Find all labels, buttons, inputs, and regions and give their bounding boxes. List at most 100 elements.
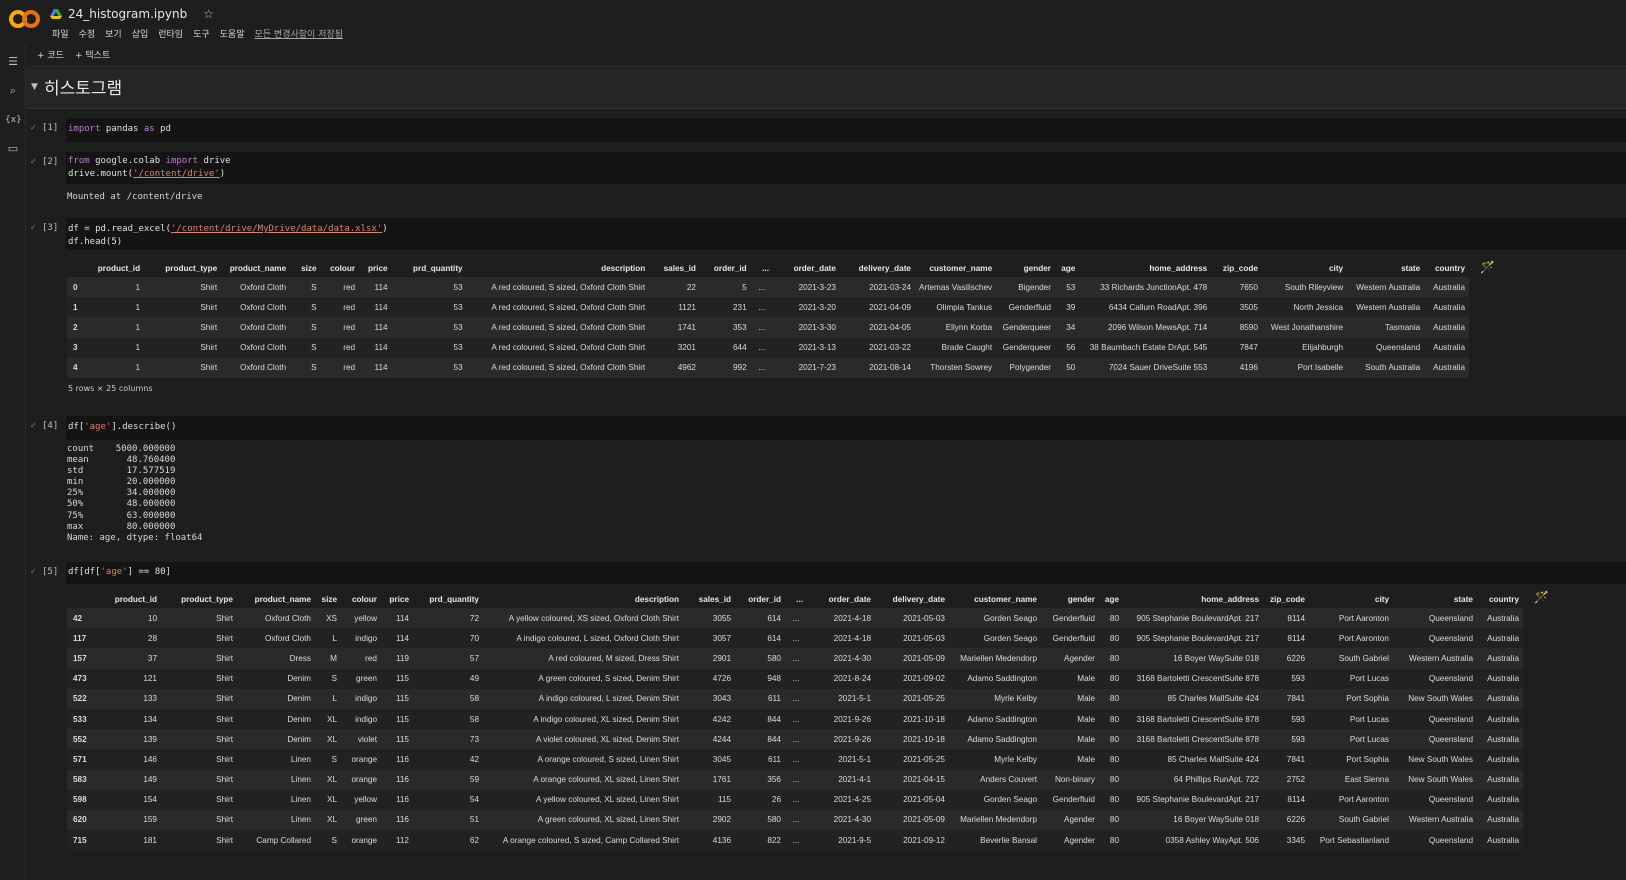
run-success-icon: ✓ bbox=[30, 123, 37, 132]
table-cell: 2021-03-24 bbox=[869, 282, 911, 292]
magic-wand-icon[interactable]: 🪄 bbox=[1480, 260, 1495, 274]
menu-bar: 파일 수정 보기 삽입 런타임 도구 도움말 모든 변경사항이 저장됨 bbox=[47, 27, 348, 40]
table-cell: Adamo Saddington bbox=[967, 734, 1037, 744]
table-cell: 8590 bbox=[1239, 322, 1258, 332]
table-cell: 139 bbox=[143, 734, 157, 744]
menu-view[interactable]: 보기 bbox=[100, 27, 127, 40]
table-cell: Agender bbox=[1064, 653, 1095, 663]
menu-help[interactable]: 도움말 bbox=[215, 27, 250, 40]
table-cell: ... bbox=[758, 282, 766, 292]
table-cell: ... bbox=[792, 795, 800, 805]
table-cell: Adamo Saddington bbox=[967, 674, 1037, 684]
table-cell: 64 Phillips RunApt. 722 bbox=[1173, 775, 1259, 785]
table-cell: 2021-04-05 bbox=[869, 322, 911, 332]
code-cell-4[interactable]: ✓ [4] df['age'].describe() count 5000.00… bbox=[26, 416, 1626, 552]
column-header: home_address bbox=[1149, 264, 1208, 273]
colab-logo-icon[interactable] bbox=[8, 8, 42, 30]
menu-tools[interactable]: 도구 bbox=[188, 27, 215, 40]
table-cell: 2901 bbox=[712, 653, 731, 663]
table-cell: A orange coloured, S sized, Camp Collare… bbox=[502, 835, 679, 845]
table-cell: Western Australia bbox=[1408, 815, 1473, 825]
table-cell: ... bbox=[758, 343, 766, 353]
code-editor[interactable]: import pandas as pd bbox=[66, 118, 1626, 142]
table-cell: 80 bbox=[1109, 674, 1119, 684]
table-cell: 8114 bbox=[1287, 795, 1305, 805]
column-header: product_id bbox=[114, 594, 157, 604]
run-success-icon: ✓ bbox=[30, 567, 37, 576]
table-cell: 114 bbox=[374, 363, 388, 373]
table-cell: 42 bbox=[73, 613, 83, 623]
table-cell: 16 Boyer WaySuite 018 bbox=[1173, 653, 1259, 663]
table-cell: 2 bbox=[73, 322, 78, 332]
table-cell: 3345 bbox=[1286, 835, 1305, 845]
table-cell: Bigender bbox=[1018, 282, 1051, 292]
table-cell: S bbox=[331, 754, 337, 764]
table-cell: Australia bbox=[1487, 795, 1519, 805]
table-cell: 2021-04-15 bbox=[903, 775, 945, 785]
table-cell: ... bbox=[792, 694, 800, 704]
save-status[interactable]: 모든 변경사항이 저장됨 bbox=[250, 27, 349, 40]
table-cell: 2021-3-23 bbox=[798, 282, 836, 292]
table-cell: 2752 bbox=[1286, 775, 1305, 785]
add-code-button[interactable]: + 코드 bbox=[37, 48, 64, 61]
table-cell: 4196 bbox=[1239, 363, 1258, 373]
table-cell: Queensland bbox=[1428, 835, 1473, 845]
table-cell: Male bbox=[1077, 714, 1095, 724]
execution-count: [2] bbox=[42, 157, 59, 167]
menu-runtime[interactable]: 런타임 bbox=[153, 27, 188, 40]
table-cell: 80 bbox=[1109, 714, 1119, 724]
table-cell: 37 bbox=[147, 653, 157, 663]
table-row: 0 1 Shirt Oxford Cloth Sred 114 53 A red colour… bbox=[67, 277, 1469, 298]
table-cell: S bbox=[311, 322, 317, 332]
folder-icon[interactable]: ▭ bbox=[5, 141, 21, 157]
table-cell: 58 bbox=[469, 714, 479, 724]
code-cell-1[interactable]: ✓ [1] import pandas as pd bbox=[26, 118, 1626, 142]
table-cell: Australia bbox=[1487, 613, 1519, 623]
table-cell: 1 bbox=[135, 302, 141, 312]
table-cell: 22 bbox=[686, 282, 696, 292]
code-cell-2[interactable]: ✓ [2] from google.colab import drive dri… bbox=[26, 152, 1626, 210]
table-cell: 2021-10-18 bbox=[903, 734, 945, 744]
code-editor[interactable]: from google.colab import drive drive.mou… bbox=[66, 152, 1626, 184]
table-cell: ... bbox=[792, 714, 800, 724]
star-icon[interactable]: ☆ bbox=[203, 7, 214, 21]
table-cell: Australia bbox=[1487, 674, 1519, 684]
menu-file[interactable]: 파일 bbox=[47, 27, 74, 40]
table-cell: 26 bbox=[771, 795, 781, 805]
table-cell: East Sienna bbox=[1344, 775, 1389, 785]
code-line: df = pd.read_excel('/content/drive/MyDri… bbox=[68, 224, 388, 234]
table-of-contents-icon[interactable]: ☰ bbox=[5, 54, 21, 70]
menu-edit[interactable]: 수정 bbox=[74, 27, 101, 40]
table-cell: Artemas Vasilischev bbox=[919, 282, 993, 292]
code-editor[interactable]: df = pd.read_excel('/content/drive/MyDri… bbox=[66, 218, 1626, 250]
table-cell: 1 bbox=[135, 363, 141, 373]
table-cell: A red coloured, S sized, Oxford Cloth Sh… bbox=[491, 302, 646, 312]
code-line: drive.mount('/content/drive') bbox=[68, 169, 226, 179]
table-cell: 2021-05-03 bbox=[903, 613, 945, 623]
code-cell-5[interactable]: ✓ [5] df[df['age'] == 80] bbox=[26, 562, 1626, 586]
table-cell: 80 bbox=[1109, 694, 1119, 704]
code-editor[interactable]: df[df['age'] == 80] bbox=[66, 562, 1626, 584]
search-icon[interactable]: ⌕ bbox=[5, 83, 21, 99]
table-cell: 2021-7-23 bbox=[798, 363, 836, 373]
column-header: prd_quantity bbox=[429, 594, 479, 604]
menu-insert[interactable]: 삽입 bbox=[127, 27, 154, 40]
collapse-caret-icon[interactable]: ▼ bbox=[31, 82, 38, 92]
notebook-title[interactable]: 24_histogram.ipynb bbox=[68, 7, 187, 21]
table-cell: Linen bbox=[290, 775, 311, 785]
variables-icon[interactable]: {x} bbox=[5, 112, 22, 128]
table-cell: 80 bbox=[1109, 613, 1119, 623]
code-editor[interactable]: df['age'].describe() bbox=[66, 416, 1626, 440]
table-cell: 80 bbox=[1109, 653, 1119, 663]
column-header: city bbox=[1374, 594, 1389, 604]
table-cell: 117 bbox=[73, 633, 87, 643]
table-cell: 2021-4-18 bbox=[833, 633, 871, 643]
table-cell: Shirt bbox=[216, 815, 233, 825]
add-text-button[interactable]: + 텍스트 bbox=[75, 48, 110, 61]
table-cell: Shirt bbox=[216, 775, 233, 785]
table-cell: 2021-9-26 bbox=[833, 734, 871, 744]
magic-wand-icon[interactable]: 🪄 bbox=[1534, 590, 1549, 604]
table-cell: 80 bbox=[1109, 815, 1119, 825]
table-cell: 598 bbox=[73, 795, 87, 805]
table-cell: 715 bbox=[73, 835, 87, 845]
